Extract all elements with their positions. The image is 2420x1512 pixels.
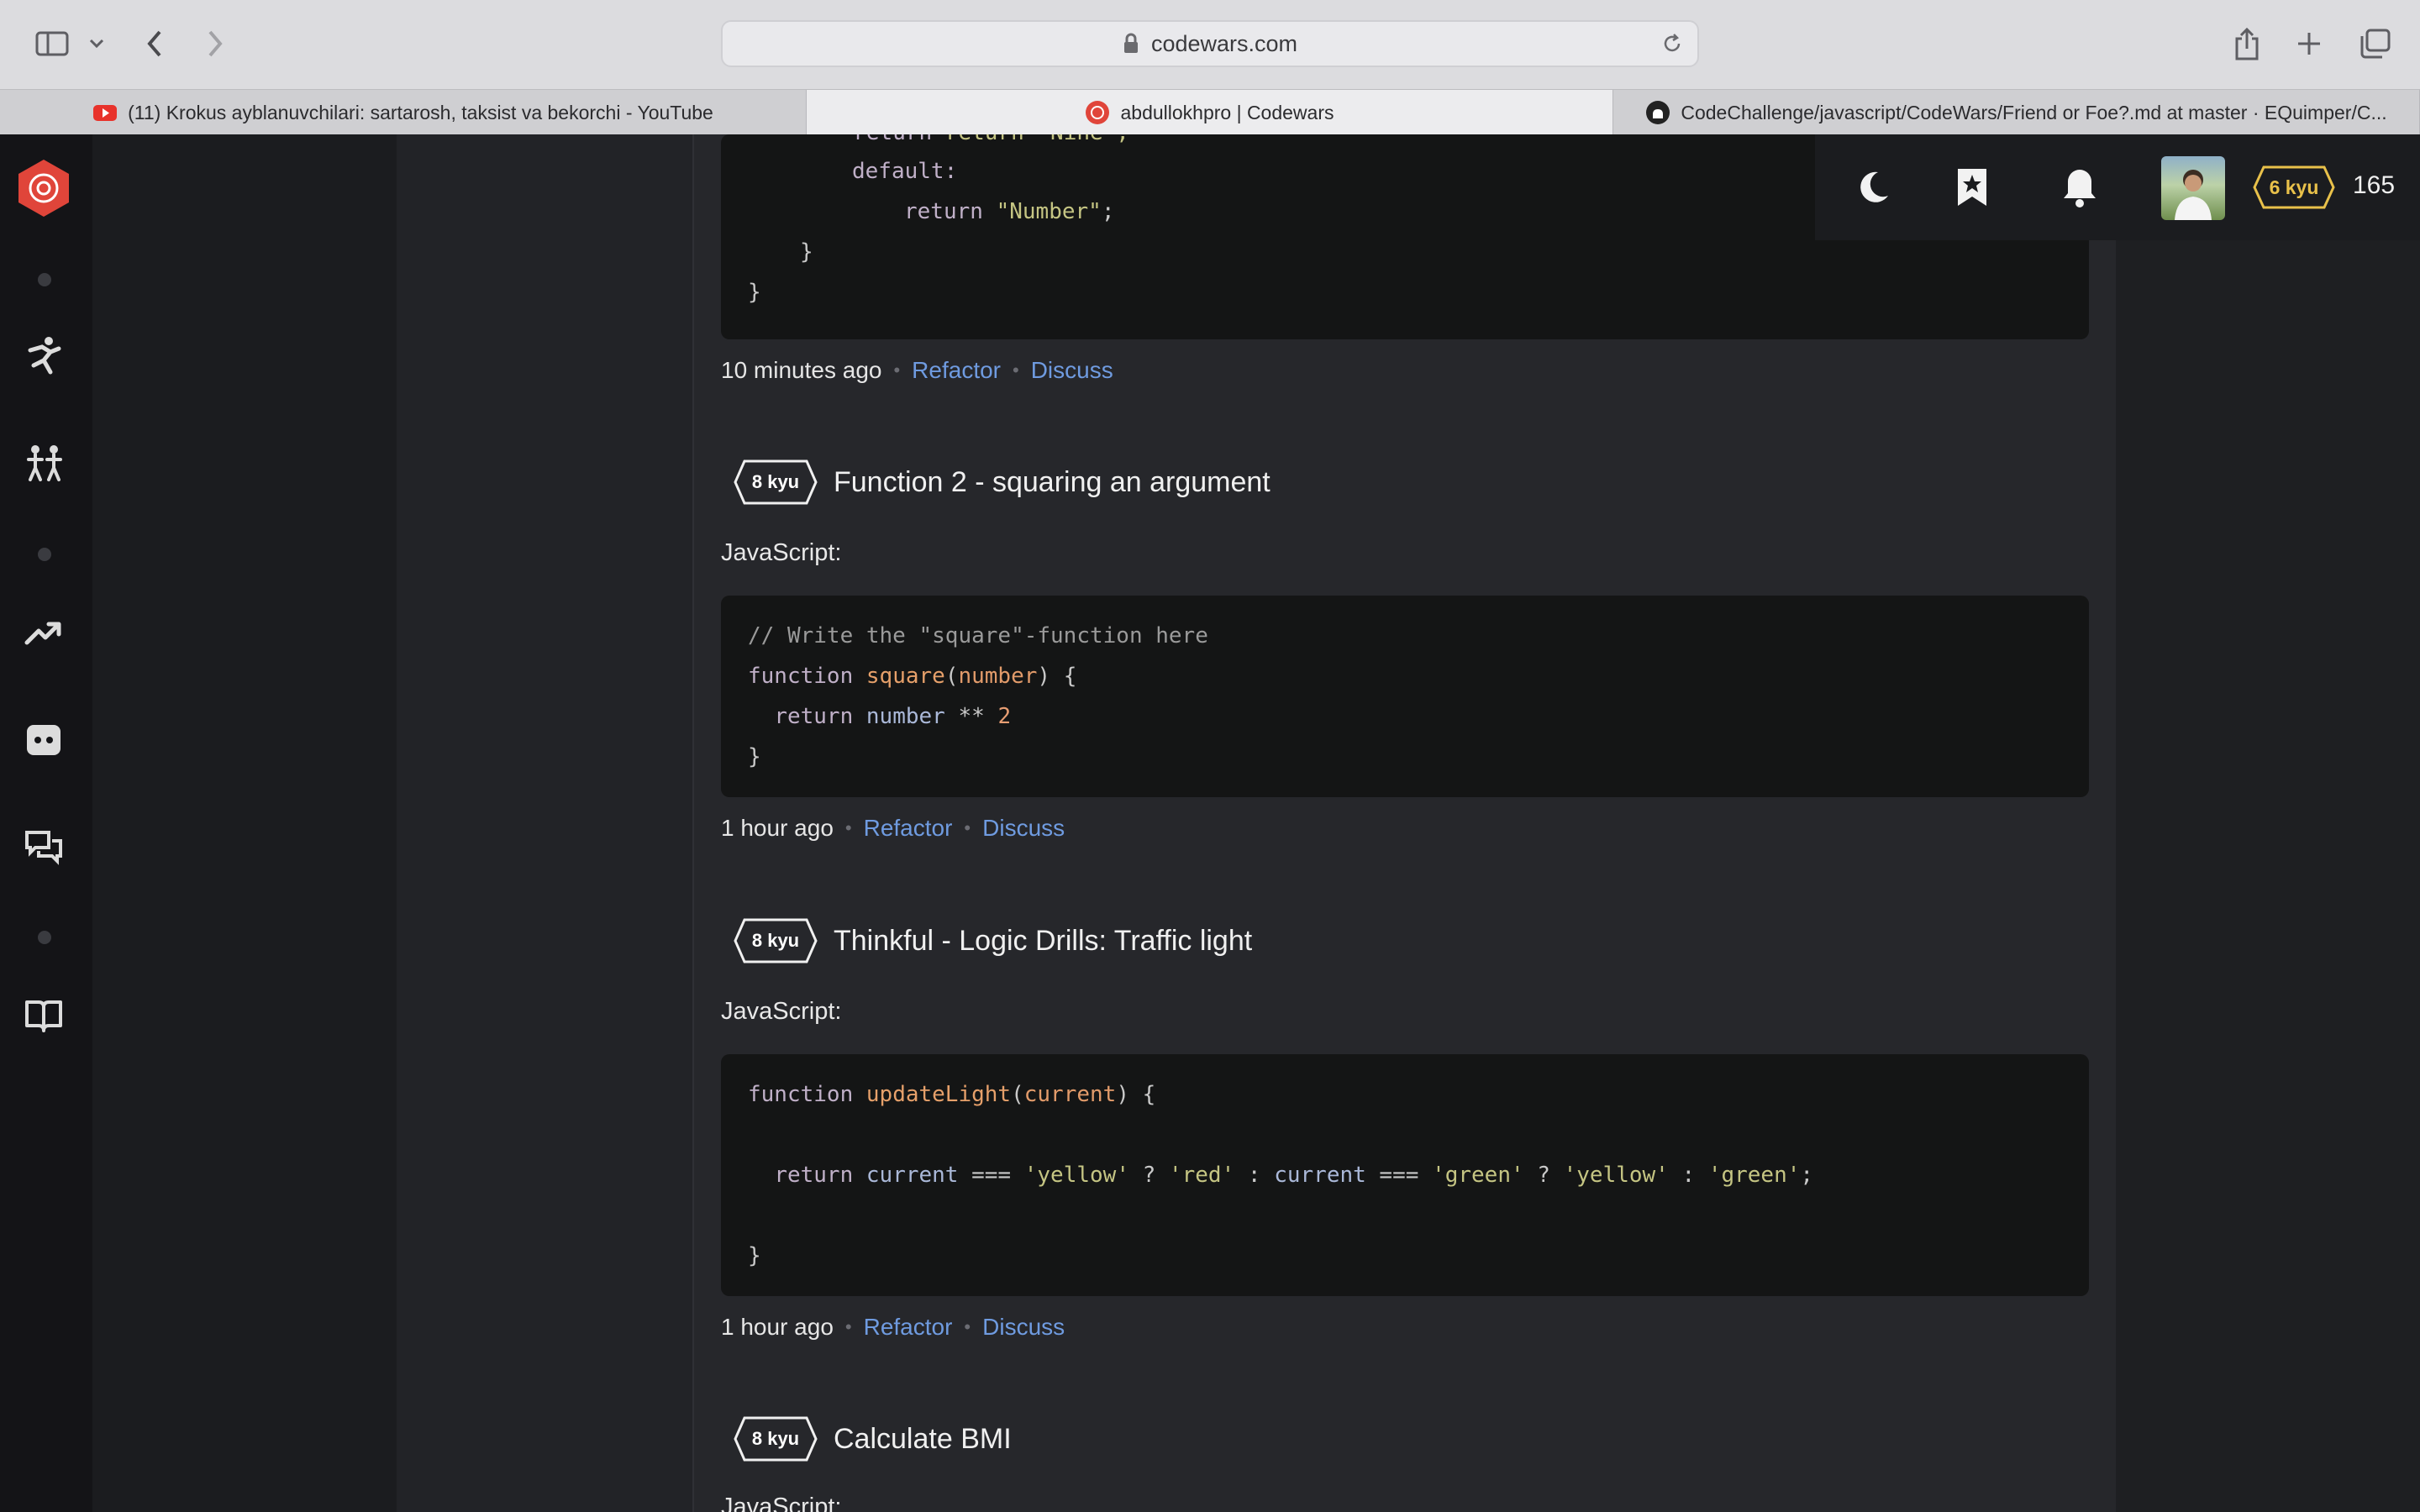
- bookmark-icon[interactable]: [1949, 165, 1995, 210]
- kata-title-link[interactable]: Function 2 - squaring an argument: [834, 466, 1270, 499]
- solution-meta: 1 hour ago • Refactor • Discuss: [721, 815, 1065, 842]
- code-block: function updateLight(current) { return c…: [721, 1054, 2089, 1296]
- codewars-logo-icon[interactable]: [15, 160, 72, 217]
- discuss-link[interactable]: Discuss: [1031, 357, 1113, 384]
- language-label: JavaScript:: [721, 1494, 842, 1512]
- share-icon[interactable]: [2230, 22, 2264, 66]
- training-icon[interactable]: [21, 333, 66, 378]
- discuss-link[interactable]: Discuss: [982, 1314, 1065, 1341]
- tab-label: CodeChallenge/javascript/CodeWars/Friend…: [1681, 101, 2387, 123]
- code-block: // Write the "square"-function here func…: [721, 596, 2089, 797]
- solution-time: 1 hour ago: [721, 815, 834, 841]
- nav-separator: [38, 931, 51, 944]
- notifications-bell-icon[interactable]: [2057, 165, 2102, 210]
- kata-title-link[interactable]: Calculate BMI: [834, 1423, 1012, 1456]
- refactor-link[interactable]: Refactor: [864, 1314, 953, 1341]
- lock-icon: [1123, 33, 1138, 53]
- dark-mode-moon-icon[interactable]: [1850, 165, 1896, 210]
- tab-label: abdullokhpro | Codewars: [1120, 101, 1334, 123]
- honor-score: 165: [2353, 171, 2396, 199]
- refactor-link[interactable]: Refactor: [912, 357, 1001, 384]
- code-line: return "Nine";: [945, 134, 1129, 145]
- forward-arrow-icon[interactable]: [198, 22, 232, 66]
- leaderboard-icon[interactable]: [21, 610, 66, 655]
- kyu-badge: 8 kyu: [733, 917, 818, 964]
- tab-overview-icon[interactable]: [2356, 22, 2393, 66]
- avatar[interactable]: [2161, 156, 2225, 220]
- code-line: }: [748, 744, 761, 769]
- solution-meta: 10 minutes ago • Refactor • Discuss: [721, 357, 1113, 384]
- tab-bar: (11) Krokus ayblanuvchilari: sartarosh, …: [0, 89, 2420, 135]
- kyu-badge: 8 kyu: [733, 459, 818, 506]
- language-label: JavaScript:: [721, 539, 842, 566]
- discussions-icon[interactable]: [21, 825, 66, 870]
- solution-time: 10 minutes ago: [721, 357, 882, 383]
- new-tab-icon[interactable]: [2292, 22, 2326, 66]
- rank-badge[interactable]: 6 kyu: [2252, 165, 2336, 210]
- kata-header: 8 kyu Calculate BMI: [733, 1415, 1012, 1462]
- tab-github[interactable]: CodeChallenge/javascript/CodeWars/Friend…: [1613, 90, 2420, 135]
- browser-toolbar: codewars.com: [0, 0, 2420, 89]
- code-line: default:: [852, 159, 958, 184]
- docs-icon[interactable]: [21, 993, 66, 1038]
- nav-separator: [38, 548, 51, 561]
- address-bar[interactable]: codewars.com: [721, 20, 1699, 67]
- tab-youtube[interactable]: (11) Krokus ayblanuvchilari: sartarosh, …: [0, 90, 807, 135]
- chevron-down-icon[interactable]: [87, 22, 106, 66]
- codewars-favicon-icon: [1086, 101, 1110, 124]
- nav-separator: [38, 273, 51, 286]
- kata-header: 8 kyu Thinkful - Logic Drills: Traffic l…: [733, 917, 1252, 964]
- github-icon: [1646, 101, 1670, 124]
- profile-column: [397, 134, 692, 1512]
- code-line: }: [748, 280, 761, 305]
- solution-time: 1 hour ago: [721, 1314, 834, 1340]
- secondary-column: [92, 134, 397, 1512]
- kata-title-link[interactable]: Thinkful - Logic Drills: Traffic light: [834, 925, 1252, 958]
- youtube-icon: [93, 105, 118, 121]
- tab-codewars[interactable]: abdullokhpro | Codewars: [807, 90, 1613, 135]
- url-text: codewars.com: [1150, 30, 1298, 56]
- back-arrow-icon[interactable]: [138, 22, 171, 66]
- solution-meta: 1 hour ago • Refactor • Discuss: [721, 1314, 1065, 1341]
- refactor-link[interactable]: Refactor: [864, 815, 953, 842]
- right-gutter: [2116, 134, 2420, 1512]
- language-label: JavaScript:: [721, 998, 842, 1025]
- sidebar-toggle-icon[interactable]: [34, 22, 71, 66]
- discord-icon[interactable]: [21, 717, 66, 763]
- kata-header: 8 kyu Function 2 - squaring an argument: [733, 459, 1270, 506]
- practice-icon[interactable]: [21, 440, 66, 486]
- tab-label: (11) Krokus ayblanuvchilari: sartarosh, …: [128, 101, 713, 123]
- code-line: }: [748, 1243, 761, 1268]
- kyu-badge: 8 kyu: [733, 1415, 818, 1462]
- left-navigation: [0, 134, 92, 1512]
- reload-icon[interactable]: [1660, 32, 1684, 55]
- discuss-link[interactable]: Discuss: [982, 815, 1065, 842]
- codewars-page: return return "Nine"; default: return "N…: [0, 134, 2420, 1512]
- code-line: // Write the "square"-function here: [748, 623, 1208, 648]
